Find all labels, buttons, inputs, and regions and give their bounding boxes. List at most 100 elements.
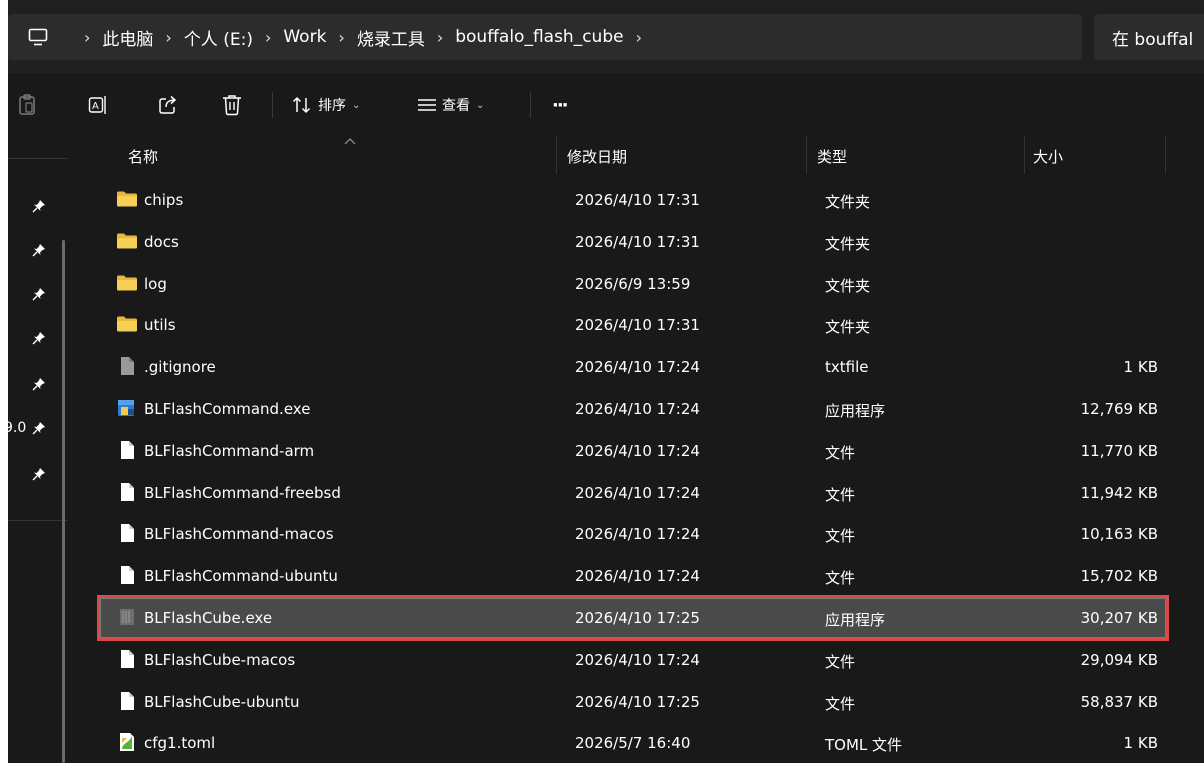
file-type: 文件 [825, 527, 856, 546]
toml-file-icon [116, 732, 138, 752]
paste-button[interactable] [18, 80, 36, 130]
column-header-date[interactable]: 修改日期 [567, 146, 627, 167]
view-button[interactable]: 查看 ⌄ [418, 80, 484, 130]
chevron-right-icon[interactable]: › [165, 28, 171, 47]
file-type: 文件 [825, 485, 856, 504]
file-row[interactable]: docs 2026/4/10 17:31 文件夹 [100, 222, 1166, 262]
column-header-type[interactable]: 类型 [817, 146, 847, 167]
file-name: BLFlashCommand.exe [144, 400, 311, 418]
breadcrumb-item[interactable]: Work [283, 27, 326, 47]
pin-icon[interactable] [32, 376, 46, 391]
column-divider[interactable] [806, 136, 807, 174]
pin-icon[interactable] [32, 286, 46, 301]
file-row[interactable]: .gitignore 2026/4/10 17:24 txtfile 1 KB [100, 347, 1166, 387]
column-divider[interactable] [1024, 136, 1025, 174]
file-row[interactable]: chips 2026/4/10 17:31 文件夹 [100, 180, 1166, 220]
app-icon [116, 607, 138, 627]
sort-label: 排序 [318, 98, 346, 114]
file-type: 应用程序 [825, 402, 886, 420]
file-type: txtfile [825, 358, 869, 377]
pin-icon[interactable] [32, 330, 46, 345]
rename-button[interactable]: A [88, 80, 108, 130]
file-name: utils [144, 316, 176, 335]
file-name: docs [144, 232, 179, 251]
file-name: .gitignore [144, 358, 216, 377]
view-label: 查看 [442, 98, 470, 114]
share-icon [159, 95, 177, 114]
file-name: BLFlashCommand-freebsd [144, 483, 341, 502]
chevron-right-icon[interactable]: › [265, 28, 271, 47]
column-header-size[interactable]: 大小 [1033, 146, 1063, 167]
file-row-selected[interactable]: BLFlashCube.exe 2026/4/10 17:25 应用程序 30,207… [97, 595, 1169, 641]
pin-icon[interactable] [32, 242, 46, 257]
file-row[interactable]: BLFlashCommand-ubuntu 2026/4/10 17:24 文件 15… [100, 556, 1166, 596]
file-icon [116, 649, 138, 669]
column-divider[interactable] [556, 136, 557, 174]
file-modified-date: 2026/4/10 17:31 [575, 191, 700, 209]
file-size: 1 KB [1123, 358, 1158, 377]
file-modified-date: 2026/6/9 13:59 [575, 274, 691, 293]
file-modified-date: 2026/4/10 17:24 [575, 525, 700, 544]
nav-scrollbar[interactable] [62, 240, 65, 763]
file-modified-date: 2026/4/10 17:24 [575, 483, 700, 502]
file-row[interactable]: log 2026/6/9 13:59 文件夹 [100, 264, 1166, 304]
view-icon [418, 99, 436, 111]
file-name: log [144, 274, 167, 293]
breadcrumb-item[interactable]: 个人 (E:) [184, 25, 253, 50]
file-type: 文件夹 [825, 276, 871, 295]
file-row[interactable]: BLFlashCommand-macos 2026/4/10 17:24 文件 10,… [100, 514, 1166, 554]
chevron-right-icon[interactable]: › [84, 28, 90, 47]
breadcrumb-item[interactable]: bouffalo_flash_cube [455, 27, 623, 47]
file-name: BLFlashCommand-ubuntu [144, 567, 338, 586]
file-icon [116, 691, 138, 711]
pin-icon[interactable] [32, 198, 46, 213]
computer-icon[interactable] [28, 28, 48, 46]
file-row[interactable]: BLFlashCube-ubuntu 2026/4/10 17:25 文件 58,83… [100, 682, 1166, 722]
file-name: BLFlashCube.exe [144, 609, 273, 627]
exe-icon [116, 398, 138, 418]
search-input[interactable]: 在 bouffal [1094, 14, 1204, 60]
file-modified-date: 2026/4/10 17:24 [575, 358, 700, 377]
column-divider[interactable] [1165, 136, 1166, 174]
file-type: 文件夹 [825, 193, 871, 211]
column-header-name[interactable]: 名称 [128, 146, 158, 167]
file-modified-date: 2026/4/10 17:24 [575, 441, 700, 460]
file-row[interactable]: cfg1.toml 2026/5/7 16:40 TOML 文件 1 KB [100, 723, 1166, 763]
file-size: 58,837 KB [1080, 692, 1158, 711]
more-options-button[interactable]: ··· [552, 80, 568, 130]
chevron-right-icon[interactable]: › [437, 28, 443, 47]
file-name: BLFlashCommand-macos [144, 525, 334, 544]
sort-button[interactable]: 排序 ⌄ [292, 80, 360, 130]
file-row[interactable]: BLFlashCube-macos 2026/4/10 17:24 文件 29,094… [100, 640, 1166, 680]
chevron-right-icon[interactable]: › [636, 28, 642, 47]
pin-icon[interactable] [32, 466, 46, 481]
file-row[interactable]: utils 2026/4/10 17:31 文件夹 [100, 305, 1166, 345]
paste-icon [19, 94, 35, 115]
file-type: 应用程序 [825, 611, 886, 629]
pin-icon[interactable] [32, 420, 46, 435]
folder-icon [116, 273, 138, 293]
file-type: 文件 [825, 652, 856, 671]
file-size: 10,163 KB [1080, 525, 1158, 544]
chevron-right-icon[interactable]: › [338, 28, 344, 47]
navigation-pane: 9.0 [8, 136, 75, 763]
file-row[interactable]: BLFlashCommand-freebsd 2026/4/10 17:24 文件 1… [100, 473, 1166, 513]
column-header-row: 名称 修改日期 类型 大小 [78, 136, 1204, 174]
command-bar: A 排序 ⌄ 查看 ⌄ ··· [8, 80, 1204, 130]
address-bar[interactable]: › 此电脑 › 个人 (E:) › Work › 烧录工具 › bouffalo_flash_cu… [8, 14, 1082, 60]
delete-button[interactable] [222, 80, 242, 130]
file-modified-date: 2026/4/10 17:31 [575, 316, 700, 335]
file-type: 文件 [825, 694, 856, 713]
file-row[interactable]: BLFlashCommand.exe 2026/4/10 17:24 应用程序 12,… [100, 389, 1166, 429]
breadcrumb-item[interactable]: 此电脑 [102, 25, 153, 50]
breadcrumb-item[interactable]: 烧录工具 [357, 25, 425, 50]
file-row[interactable]: BLFlashCommand-arm 2026/4/10 17:24 文件 11,77… [100, 431, 1166, 471]
rename-icon: A [88, 96, 106, 114]
file-modified-date: 2026/4/10 17:25 [575, 609, 700, 627]
breadcrumb: › 此电脑 › 个人 (E:) › Work › 烧录工具 › bouffalo_flash_cu… [72, 14, 654, 60]
share-button[interactable] [158, 80, 178, 130]
file-type: 文件夹 [825, 234, 871, 253]
file-size: 30,207 KB [1080, 609, 1158, 627]
text-file-icon [116, 356, 138, 376]
svg-text:A: A [92, 101, 99, 112]
